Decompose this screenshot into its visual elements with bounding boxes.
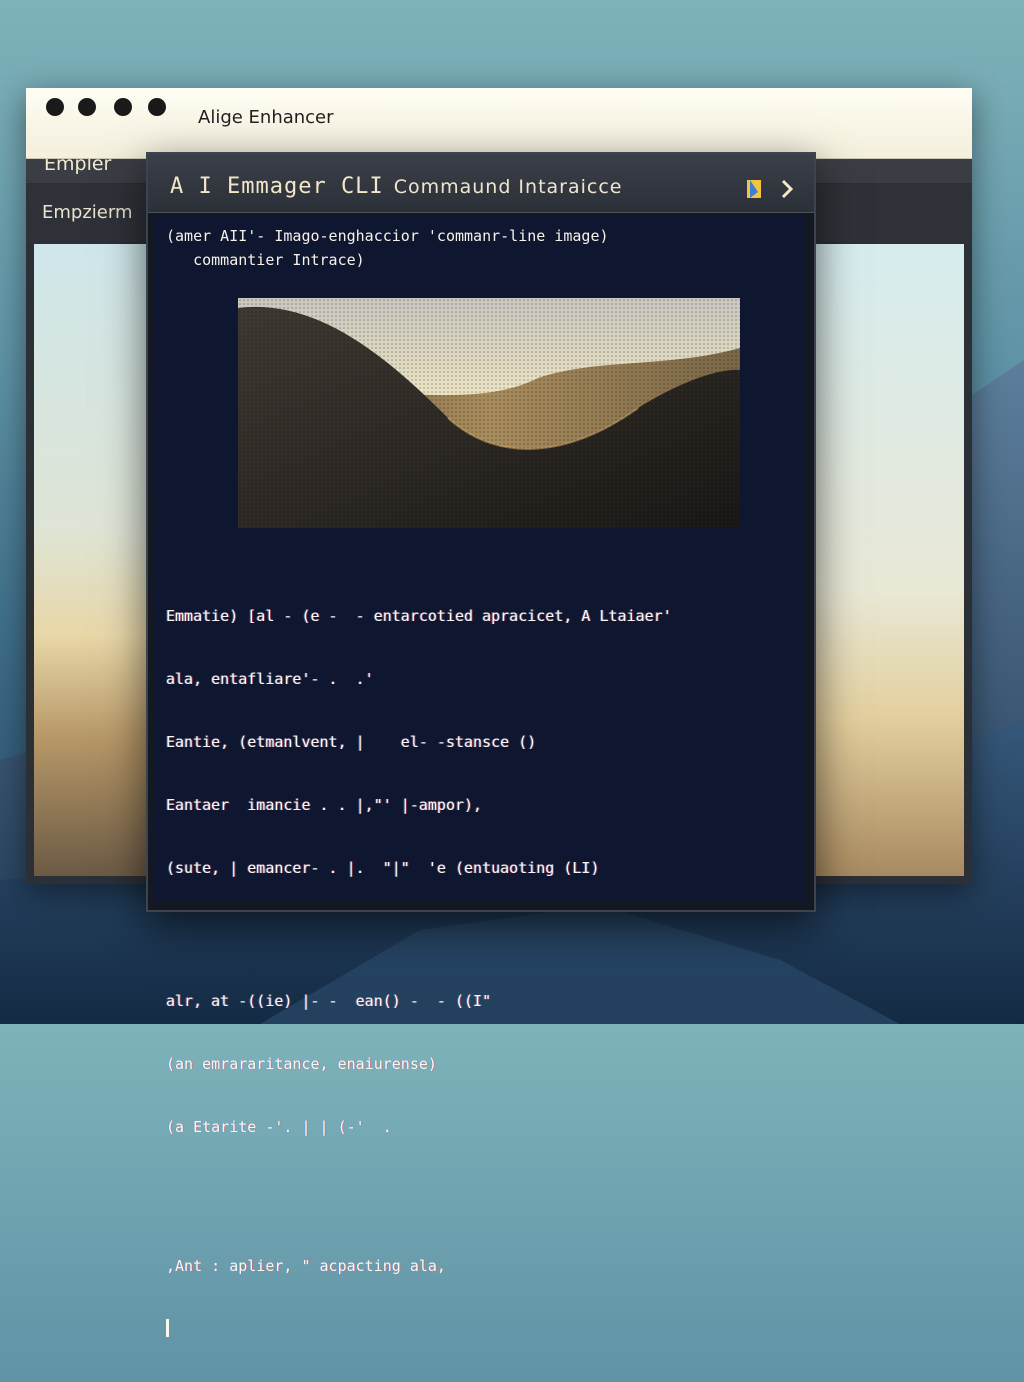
output-line: (an emrararitance, enaiurense)	[166, 1055, 437, 1073]
command-output: Emmatie) [al - (e - - entarcotied apraci…	[166, 564, 796, 1382]
terminal-title-main: A I Emmager CLI	[170, 174, 384, 199]
image-preview	[238, 298, 740, 528]
back-submenu-label[interactable]: Empzierm	[42, 202, 132, 223]
terminal-header: (amer AII'- Imago-enghaccior 'commanr-li…	[166, 224, 609, 272]
extra-window-button[interactable]	[148, 98, 166, 116]
output-line: (sute, | emancer- . |. "|" 'e (entuaotin…	[166, 859, 600, 877]
back-window-titlebar[interactable]: Alige Enhancer	[26, 88, 972, 159]
output-line: Eantie, (etmanlvent, | el- -stansce ()	[166, 733, 537, 751]
maximize-button[interactable]	[114, 98, 132, 116]
output-line: Eantaer imancie . . |,"' |-ampor),	[166, 796, 483, 814]
bookmark-icon[interactable]	[744, 178, 766, 200]
terminal-output[interactable]: (amer AII'- Imago-enghaccior 'commanr-li…	[154, 216, 806, 1337]
terminal-titlebar[interactable]: A I Emmager CLI Commaund Intaraicce	[148, 154, 814, 213]
minimize-button[interactable]	[78, 98, 96, 116]
output-line: alr, at -((ie) |- - ean() - - ((I"	[166, 992, 492, 1010]
output-line: Emmatie) [al - (e - - entarcotied apraci…	[166, 607, 672, 625]
back-window-content-right	[814, 244, 964, 876]
chevron-right-icon[interactable]	[776, 178, 798, 200]
text-cursor	[166, 1319, 169, 1337]
back-window-title: Alige Enhancer	[198, 107, 334, 128]
terminal-title: A I Emmager CLI Commaund Intaraicce	[170, 174, 622, 199]
output-line: (a Etarite -'. | | (-' .	[166, 1118, 392, 1136]
command-prompt[interactable]	[166, 1319, 796, 1340]
terminal-header-line-2: commantier Intrace)	[166, 251, 365, 269]
output-line: ala, entafliare'- . .'	[166, 670, 374, 688]
terminal-header-line-1: (amer AII'- Imago-enghaccior 'commanr-li…	[166, 227, 609, 245]
close-button[interactable]	[46, 98, 64, 116]
terminal-window: A I Emmager CLI Commaund Intaraicce (amer…	[146, 152, 816, 1337]
output-line: ,Ant : aplier, " acpacting ala,	[166, 1257, 446, 1275]
terminal-title-sub: Commaund Intaraicce	[393, 176, 623, 198]
